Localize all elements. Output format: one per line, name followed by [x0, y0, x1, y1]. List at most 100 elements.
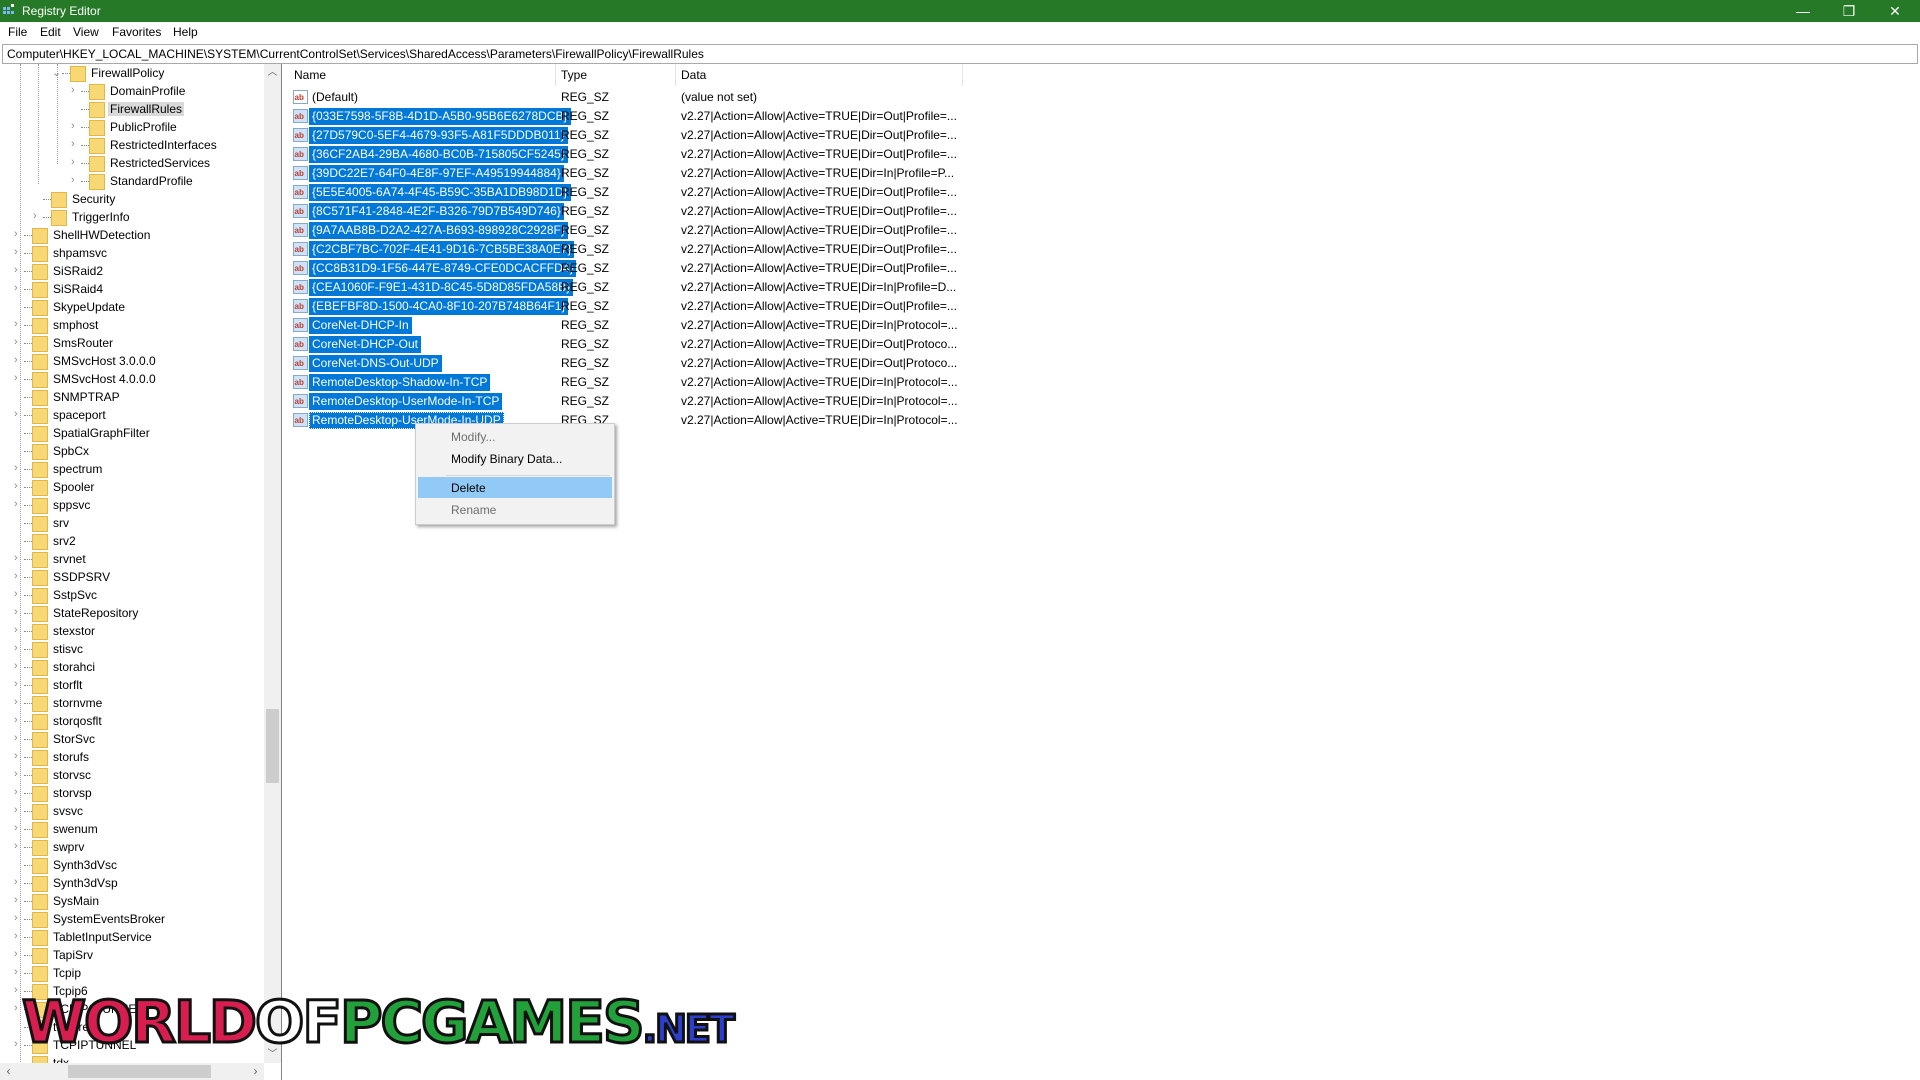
- table-row[interactable]: ab CoreNet-DHCP-In REG_SZ v2.27|Action=Allo…: [285, 316, 985, 335]
- tree-item[interactable]: › storahci: [0, 658, 264, 676]
- tree-item[interactable]: › Spooler: [0, 478, 264, 496]
- restore-button[interactable]: ❐: [1826, 0, 1872, 22]
- table-row[interactable]: ab {36CF2AB4-29BA-4680-BC0B-715805CF5245}…: [285, 145, 985, 164]
- chevron-right-icon[interactable]: ›: [14, 264, 24, 276]
- tree-item[interactable]: › shpamsvc: [0, 244, 264, 262]
- tree-item[interactable]: › StorSvc: [0, 730, 264, 748]
- chevron-right-icon[interactable]: ›: [14, 552, 24, 564]
- tree-item[interactable]: › Synth3dVsp: [0, 874, 264, 892]
- table-row[interactable]: ab {033E7598-5F8B-4D1D-A5B0-95B6E6278DCB}…: [285, 107, 985, 126]
- tree-item[interactable]: › PublicProfile: [0, 118, 264, 136]
- tree-item[interactable]: › ShellHWDetection: [0, 226, 264, 244]
- chevron-right-icon[interactable]: ›: [14, 480, 24, 492]
- tree-vertical-scrollbar[interactable]: ︿ ﹀: [264, 64, 281, 1063]
- chevron-right-icon[interactable]: ›: [71, 138, 81, 150]
- tree-item[interactable]: › stornvme: [0, 694, 264, 712]
- tree-item[interactable]: › StandardProfile: [0, 172, 264, 190]
- chevron-right-icon[interactable]: ›: [14, 228, 24, 240]
- chevron-right-icon[interactable]: ›: [14, 498, 24, 510]
- table-row[interactable]: ab {C2CBF7BC-702F-4E41-9D16-7CB5BE38A0E7}…: [285, 240, 985, 259]
- tree-item[interactable]: › SMSvcHost 3.0.0.0: [0, 352, 264, 370]
- table-row[interactable]: ab CoreNet-DHCP-Out REG_SZ v2.27|Action=All…: [285, 335, 985, 354]
- table-row[interactable]: ab {CC8B31D9-1F56-447E-8749-CFE0DCACFFD4}…: [285, 259, 985, 278]
- chevron-right-icon[interactable]: ›: [14, 660, 24, 672]
- column-header-data[interactable]: Data: [681, 68, 706, 82]
- tree-item[interactable]: ⌄ FirewallPolicy: [0, 64, 264, 82]
- tree-item[interactable]: › storufs: [0, 748, 264, 766]
- table-row[interactable]: ab CoreNet-DNS-Out-UDP REG_SZ v2.27|Action=…: [285, 354, 985, 373]
- chevron-right-icon[interactable]: ›: [14, 570, 24, 582]
- tree-item[interactable]: › TriggerInfo: [0, 208, 264, 226]
- chevron-right-icon[interactable]: ›: [14, 894, 24, 906]
- table-row[interactable]: ab {39DC22E7-64F0-4E8F-97EF-A49519944884}…: [285, 164, 985, 183]
- column-divider[interactable]: [962, 64, 963, 86]
- tree-item[interactable]: › swprv: [0, 838, 264, 856]
- chevron-right-icon[interactable]: ›: [14, 624, 24, 636]
- chevron-right-icon[interactable]: ›: [14, 912, 24, 924]
- chevron-right-icon[interactable]: ›: [14, 786, 24, 798]
- tree-item[interactable]: › StateRepository: [0, 604, 264, 622]
- column-header-type[interactable]: Type: [561, 68, 587, 82]
- tree-item[interactable]: SkypeUpdate: [0, 298, 264, 316]
- chevron-right-icon[interactable]: ›: [14, 876, 24, 888]
- column-divider[interactable]: [555, 64, 556, 86]
- chevron-right-icon[interactable]: ›: [14, 840, 24, 852]
- menu-item-delete[interactable]: Delete: [418, 477, 612, 498]
- tree-item[interactable]: › SiSRaid4: [0, 280, 264, 298]
- tree-horizontal-scrollbar[interactable]: ‹ ›: [0, 1063, 264, 1080]
- chevron-right-icon[interactable]: ›: [14, 768, 24, 780]
- tree-item[interactable]: › storflt: [0, 676, 264, 694]
- tree-item[interactable]: › RestrictedServices: [0, 154, 264, 172]
- chevron-right-icon[interactable]: ›: [14, 966, 24, 978]
- chevron-right-icon[interactable]: ›: [14, 696, 24, 708]
- chevron-right-icon[interactable]: ›: [14, 948, 24, 960]
- chevron-right-icon[interactable]: ›: [14, 732, 24, 744]
- table-row[interactable]: ab RemoteDesktop-Shadow-In-TCP REG_SZ v2.27…: [285, 373, 985, 392]
- chevron-right-icon[interactable]: ›: [14, 678, 24, 690]
- table-row[interactable]: ab {CEA1060F-F9E1-431D-8C45-5D8D85FDA58B}…: [285, 278, 985, 297]
- tree-item[interactable]: › spaceport: [0, 406, 264, 424]
- tree-item[interactable]: › svsvc: [0, 802, 264, 820]
- tree-item[interactable]: srv: [0, 514, 264, 532]
- menu-item-rename[interactable]: Rename: [418, 499, 612, 520]
- chevron-right-icon[interactable]: ›: [33, 210, 43, 222]
- tree-item[interactable]: srv2: [0, 532, 264, 550]
- tree-item[interactable]: › SysMain: [0, 892, 264, 910]
- chevron-right-icon[interactable]: ›: [14, 246, 24, 258]
- tree-item[interactable]: › TapiSrv: [0, 946, 264, 964]
- address-bar[interactable]: Computer\HKEY_LOCAL_MACHINE\SYSTEM\Curre…: [2, 44, 1918, 64]
- tree-item[interactable]: › DomainProfile: [0, 82, 264, 100]
- table-row[interactable]: ab {8C571F41-2848-4E2F-B326-79D7B549D746}…: [285, 202, 985, 221]
- chevron-right-icon[interactable]: ›: [14, 318, 24, 330]
- chevron-right-icon[interactable]: ›: [14, 336, 24, 348]
- tree-item[interactable]: › SSDPSRV: [0, 568, 264, 586]
- menu-view[interactable]: View: [73, 25, 99, 39]
- chevron-right-icon[interactable]: ›: [14, 714, 24, 726]
- table-row[interactable]: ab {27D579C0-5EF4-4679-93F5-A81F5DDDB011}…: [285, 126, 985, 145]
- chevron-right-icon[interactable]: ›: [14, 282, 24, 294]
- chevron-down-icon[interactable]: ⌄: [52, 66, 62, 79]
- chevron-right-icon[interactable]: ›: [14, 750, 24, 762]
- chevron-right-icon[interactable]: ›: [14, 372, 24, 384]
- chevron-right-icon[interactable]: ›: [71, 120, 81, 132]
- tree-item[interactable]: › swenum: [0, 820, 264, 838]
- tree-item[interactable]: › srvnet: [0, 550, 264, 568]
- menu-item-modify[interactable]: Modify...: [418, 426, 612, 447]
- tree-item[interactable]: SpatialGraphFilter: [0, 424, 264, 442]
- table-row[interactable]: ab {EBEFBF8D-1500-4CA0-8F10-207B748B64F1}…: [285, 297, 985, 316]
- scroll-right-icon[interactable]: ›: [247, 1063, 264, 1080]
- chevron-right-icon[interactable]: ›: [14, 408, 24, 420]
- menu-favorites[interactable]: Favorites: [112, 25, 161, 39]
- tree-item[interactable]: › sppsvc: [0, 496, 264, 514]
- tree-item[interactable]: › storqosflt: [0, 712, 264, 730]
- tree-item[interactable]: SpbCx: [0, 442, 264, 460]
- table-row[interactable]: ab {9A7AAB8B-D2A2-427A-B693-898928C2928F}…: [285, 221, 985, 240]
- column-divider[interactable]: [675, 64, 676, 86]
- key-tree[interactable]: ⌄ FirewallPolicy › DomainProfile FirewallRul…: [0, 64, 282, 1080]
- tree-item[interactable]: › SmsRouter: [0, 334, 264, 352]
- minimize-button[interactable]: —: [1780, 0, 1826, 22]
- menu-item-modify-binary[interactable]: Modify Binary Data...: [418, 448, 612, 469]
- tree-item[interactable]: › SystemEventsBroker: [0, 910, 264, 928]
- tree-item[interactable]: › storvsc: [0, 766, 264, 784]
- tree-item[interactable]: › SstpSvc: [0, 586, 264, 604]
